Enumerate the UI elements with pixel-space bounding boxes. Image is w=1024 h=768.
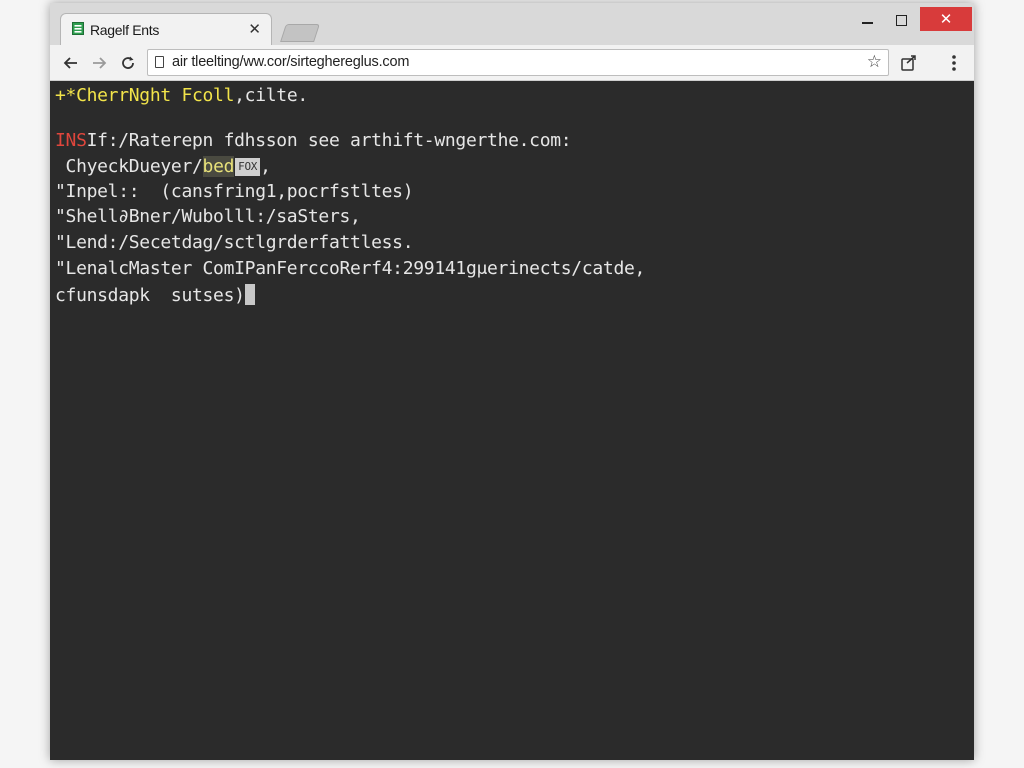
terminal-line-6: "Lend:/Secetdag/sctlgrderfattless. xyxy=(55,232,414,253)
terminal-line-1-suffix: ,cilte. xyxy=(234,85,308,106)
minimize-icon xyxy=(861,22,873,24)
browser-toolbar: air tleelting/ww.cor/sirteghereglus.com … xyxy=(50,45,974,81)
menu-button[interactable] xyxy=(943,52,965,74)
terminal-line-2-prefix: INS xyxy=(55,130,87,151)
reload-icon xyxy=(122,56,134,69)
new-tab-button[interactable] xyxy=(280,24,320,42)
browser-window: Ragelf Ents ✕ ✕ air tleelting/ww.cor/sir… xyxy=(50,3,974,760)
terminal-line-1: +*CherrNght Fcoll,cilte. xyxy=(55,85,308,107)
extension-button[interactable] xyxy=(898,52,920,74)
sheet-icon xyxy=(72,22,84,35)
terminal-line-8-text: cfunsdapk sutses) xyxy=(55,285,245,306)
tab-strip: Ragelf Ents ✕ ✕ xyxy=(50,3,974,45)
extension-icon xyxy=(901,55,916,71)
tab-close-icon[interactable]: ✕ xyxy=(248,20,261,38)
arrow-right-icon xyxy=(93,57,107,69)
page-icon xyxy=(155,56,164,68)
terminal-line-8: cfunsdapk sutses) xyxy=(55,284,255,307)
back-button[interactable] xyxy=(60,52,82,74)
terminal-line-3-pre: ChyeckDueyer/ xyxy=(55,156,203,177)
terminal-line-1-prefix: +*CherrNght Fcoll xyxy=(55,85,235,106)
terminal-highlight: bed xyxy=(202,156,235,177)
reload-button[interactable] xyxy=(117,52,139,74)
terminal-line-3: ChyeckDueyer/bed FOX, xyxy=(55,156,271,178)
tab-title: Ragelf Ents xyxy=(90,22,160,38)
terminal-line-3-post: , xyxy=(260,156,271,177)
terminal-cursor xyxy=(244,284,255,305)
browser-tab[interactable]: Ragelf Ents ✕ xyxy=(60,13,272,45)
maximize-button[interactable] xyxy=(878,7,924,33)
terminal-line-2-rest: If:/Raterepn fdhsson see arthift-wngerth… xyxy=(86,130,572,151)
kebab-menu-icon xyxy=(952,55,956,71)
close-window-button[interactable]: ✕ xyxy=(920,7,972,31)
arrow-left-icon xyxy=(63,57,77,69)
terminal-tag-badge: FOX xyxy=(235,158,261,176)
terminal-line-4: "Inpel:: (cansfring1,pocrfstltes) xyxy=(55,181,414,202)
star-icon[interactable]: ☆ xyxy=(867,52,882,72)
terminal-output[interactable]: +*CherrNght Fcoll,cilte. INSIf:/Raterepn… xyxy=(50,81,974,760)
forward-button[interactable] xyxy=(88,52,110,74)
maximize-icon xyxy=(895,14,907,26)
terminal-line-5: "Shell∂Bner/Wubolll:/saSters, xyxy=(55,206,361,227)
close-icon: ✕ xyxy=(939,11,953,28)
terminal-line-2: INSIf:/Raterepn fdhsson see arthift-wnge… xyxy=(55,130,572,152)
url-text[interactable]: air tleelting/ww.cor/sirteghereglus.com xyxy=(172,54,409,70)
terminal-line-7: "LenalcMaster ComIPanFercсoRerf4:299141g… xyxy=(55,258,646,279)
address-bar[interactable]: air tleelting/ww.cor/sirteghereglus.com … xyxy=(147,49,889,76)
